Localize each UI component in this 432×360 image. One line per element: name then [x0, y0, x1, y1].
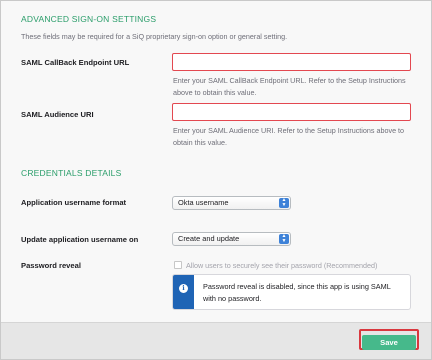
password-reveal-info-box: i Password reveal is disabled, since thi… — [172, 274, 411, 310]
update-username-label: Update application username on — [21, 235, 139, 244]
saml-callback-help: Enter your SAML CallBack Endpoint URL. R… — [173, 76, 406, 97]
update-username-value: Create and update — [178, 234, 240, 243]
info-icon: i — [179, 284, 188, 293]
save-button[interactable]: Save — [362, 335, 416, 350]
update-username-select[interactable]: Create and update ▲ ▼ — [172, 232, 291, 246]
password-reveal-info-text: Password reveal is disabled, since this … — [203, 282, 391, 303]
username-format-label: Application username format — [21, 198, 127, 207]
advanced-sign-on-heading: ADVANCED SIGN-ON SETTINGS — [21, 14, 157, 24]
advanced-sign-on-subtitle: These fields may be required for a SiQ p… — [21, 32, 288, 41]
password-reveal-checkbox[interactable] — [174, 261, 182, 269]
credentials-details-heading: CREDENTIALS DETAILS — [21, 168, 122, 178]
save-button-highlight: Save — [359, 329, 419, 350]
username-format-select[interactable]: Okta username ▲ ▼ — [172, 196, 291, 210]
select-stepper-icon: ▲ ▼ — [279, 234, 289, 244]
password-reveal-label: Password reveal — [21, 261, 81, 270]
saml-audience-input[interactable] — [172, 103, 411, 121]
username-format-value: Okta username — [178, 198, 229, 207]
select-stepper-icon: ▲ ▼ — [279, 198, 289, 208]
saml-callback-label: SAML CallBack Endpoint URL — [21, 58, 130, 67]
password-reveal-checkbox-label: Allow users to securely see their passwo… — [186, 261, 378, 270]
saml-audience-label: SAML Audience URI — [21, 110, 94, 119]
saml-callback-input[interactable] — [172, 53, 411, 71]
saml-audience-help: Enter your SAML Audience URI. Refer to t… — [173, 126, 405, 147]
